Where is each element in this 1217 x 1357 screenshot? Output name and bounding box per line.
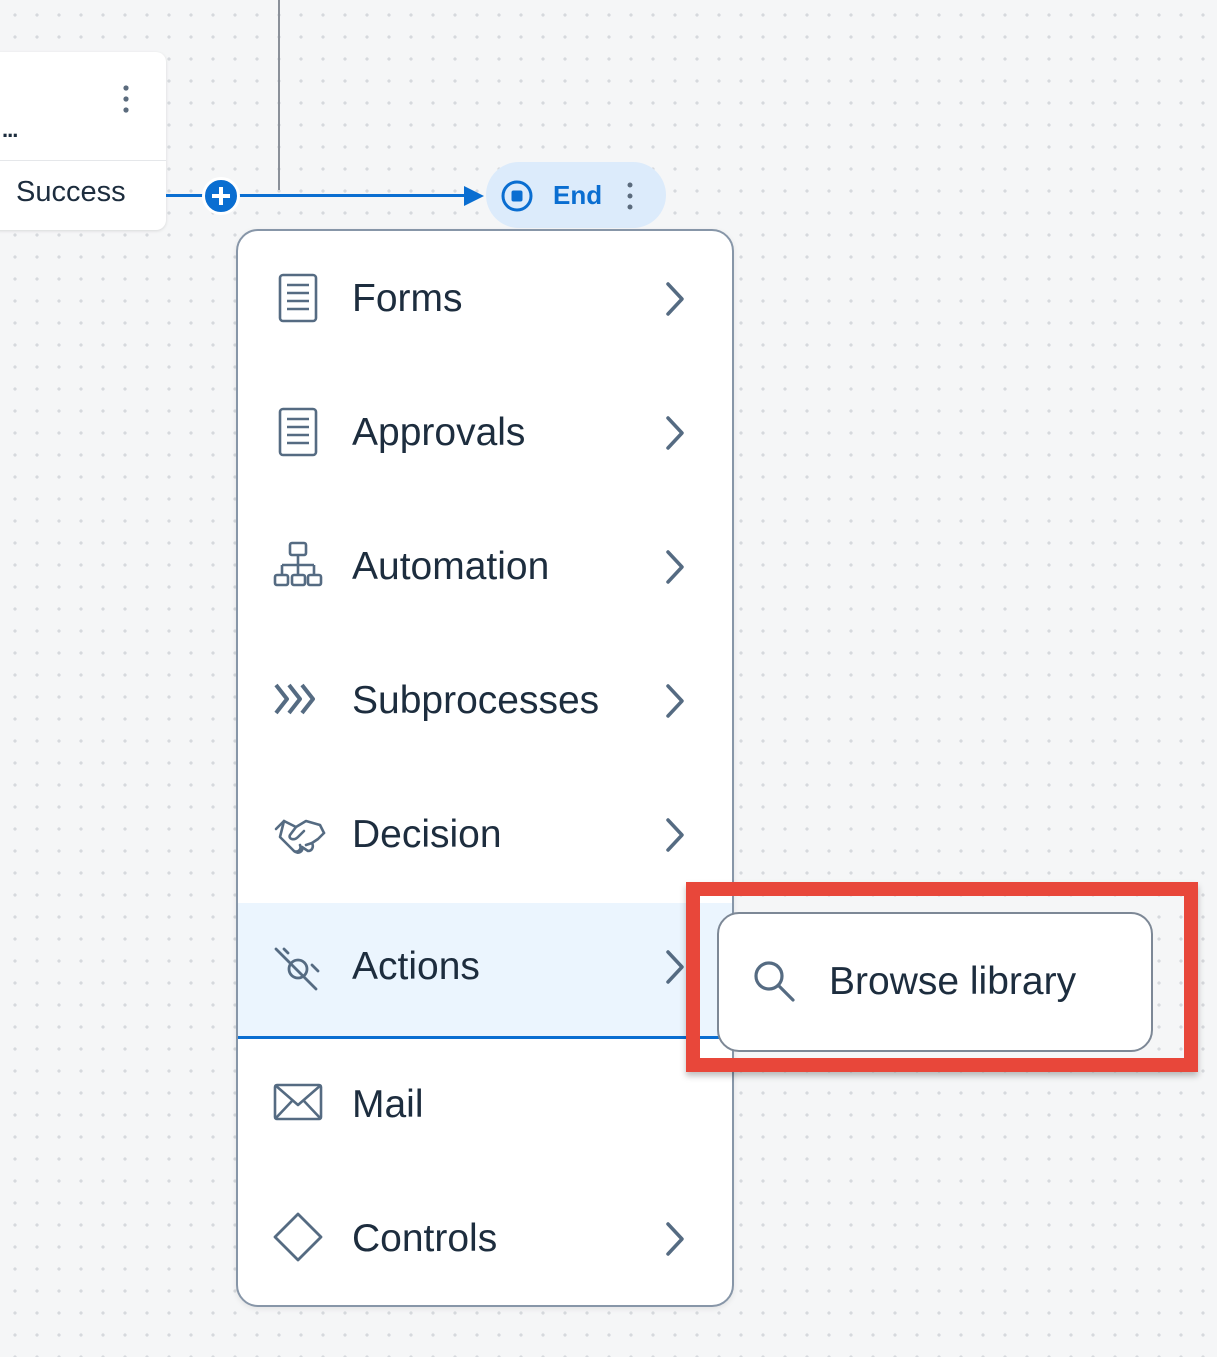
chevron-right-icon bbox=[660, 681, 690, 721]
menu-item-automation[interactable]: Automation bbox=[238, 499, 732, 633]
menu-item-controls[interactable]: Controls bbox=[238, 1173, 732, 1305]
add-step-menu: Forms Approvals Automation Subprocesses bbox=[236, 229, 734, 1307]
chevron-right-icon bbox=[660, 413, 690, 453]
menu-item-decision[interactable]: Decision bbox=[238, 767, 732, 901]
menu-item-actions[interactable]: Actions bbox=[238, 903, 732, 1039]
menu-item-label: Approvals bbox=[352, 411, 526, 454]
end-node-label: End bbox=[553, 180, 603, 210]
menu-item-label: Subprocesses bbox=[352, 679, 600, 722]
connector-vertical-line bbox=[278, 0, 280, 190]
chevron-right-icon bbox=[660, 279, 690, 319]
action-icon bbox=[272, 941, 328, 997]
menu-item-approvals[interactable]: Approvals bbox=[238, 365, 732, 499]
menu-item-label: Decision bbox=[352, 813, 502, 856]
step-name-ellipsis: ... bbox=[2, 117, 18, 142]
hierarchy-icon bbox=[272, 539, 328, 595]
process-step-card[interactable]: ... Success bbox=[0, 52, 166, 230]
chevrons-right-icon bbox=[272, 673, 328, 729]
chevron-right-icon bbox=[660, 815, 690, 855]
chevron-right-icon bbox=[660, 1219, 690, 1259]
success-branch-label: Success bbox=[16, 176, 126, 208]
add-step-button[interactable] bbox=[202, 177, 240, 215]
card-divider bbox=[0, 160, 166, 161]
menu-item-label: Automation bbox=[352, 545, 550, 588]
chevron-right-icon bbox=[660, 547, 690, 587]
menu-item-label: Actions bbox=[352, 945, 480, 988]
more-vertical-icon[interactable] bbox=[622, 180, 638, 217]
end-node[interactable]: End bbox=[486, 162, 666, 228]
menu-item-forms[interactable]: Forms bbox=[238, 231, 732, 365]
menu-item-label: Controls bbox=[352, 1217, 498, 1260]
annotation-highlight-box bbox=[686, 882, 1198, 1072]
mail-icon bbox=[272, 1077, 328, 1133]
more-vertical-icon[interactable] bbox=[116, 82, 136, 123]
stop-circle-icon bbox=[500, 179, 534, 218]
menu-item-subprocesses[interactable]: Subprocesses bbox=[238, 633, 732, 767]
form-icon bbox=[272, 271, 328, 327]
approval-form-icon bbox=[272, 405, 328, 461]
handshake-icon bbox=[272, 807, 328, 863]
menu-item-mail[interactable]: Mail bbox=[238, 1039, 732, 1173]
menu-item-label: Forms bbox=[352, 277, 463, 320]
plus-circle-icon bbox=[212, 187, 230, 205]
connector-arrowhead bbox=[464, 186, 484, 206]
menu-item-label: Mail bbox=[352, 1083, 424, 1126]
diamond-icon bbox=[272, 1211, 328, 1267]
